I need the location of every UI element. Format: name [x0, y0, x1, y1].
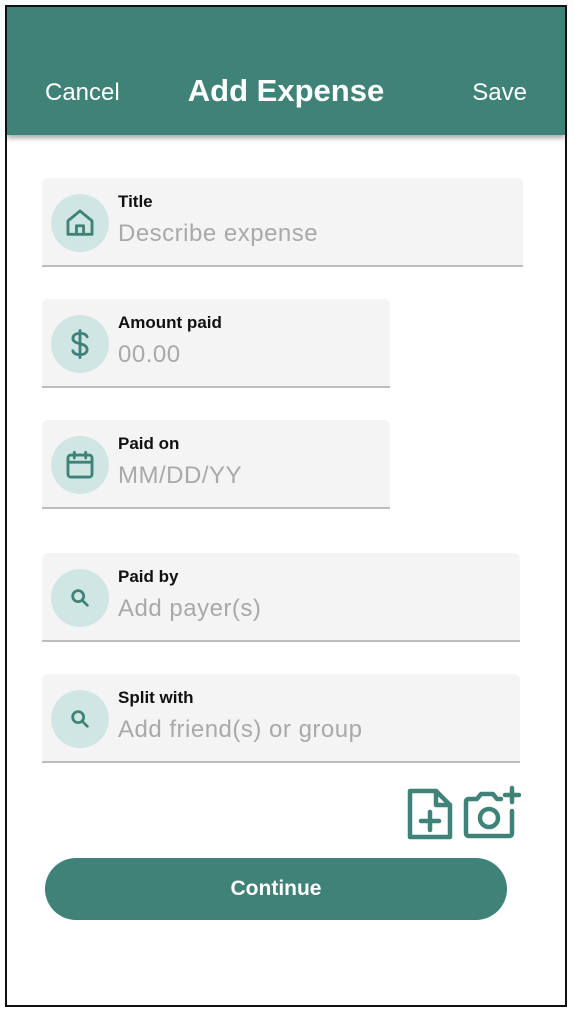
- file-plus-icon[interactable]: [406, 787, 454, 846]
- split-with-field[interactable]: Split with Add friend(s) or group: [42, 674, 520, 763]
- paid-by-label: Paid by: [118, 567, 179, 586]
- amount-paid-label: Amount paid: [118, 313, 222, 332]
- camera-plus-icon[interactable]: [463, 785, 522, 846]
- search-icon: [51, 569, 109, 627]
- amount-paid-input[interactable]: 00.00: [118, 341, 181, 369]
- continue-button[interactable]: Continue: [45, 858, 507, 920]
- app-frame: Cancel Add Expense Save Title Describe e…: [5, 5, 567, 1007]
- title-field-label: Title: [118, 192, 153, 211]
- split-with-input[interactable]: Add friend(s) or group: [118, 716, 362, 744]
- split-with-label: Split with: [118, 688, 194, 707]
- title-input[interactable]: Describe expense: [118, 220, 318, 248]
- search-icon: [51, 690, 109, 748]
- amount-paid-field[interactable]: Amount paid 00.00: [42, 299, 390, 388]
- home-icon: [51, 194, 109, 252]
- paid-on-label: Paid on: [118, 434, 180, 453]
- dollar-icon: [51, 315, 109, 373]
- title-field[interactable]: Title Describe expense: [42, 178, 523, 267]
- paid-by-input[interactable]: Add payer(s): [118, 595, 261, 623]
- paid-by-field[interactable]: Paid by Add payer(s): [42, 553, 520, 642]
- paid-on-field[interactable]: Paid on MM/DD/YY: [42, 420, 390, 509]
- save-button[interactable]: Save: [472, 79, 527, 107]
- calendar-icon: [51, 436, 109, 494]
- app-header: Cancel Add Expense Save: [7, 7, 565, 135]
- paid-on-input[interactable]: MM/DD/YY: [118, 462, 242, 490]
